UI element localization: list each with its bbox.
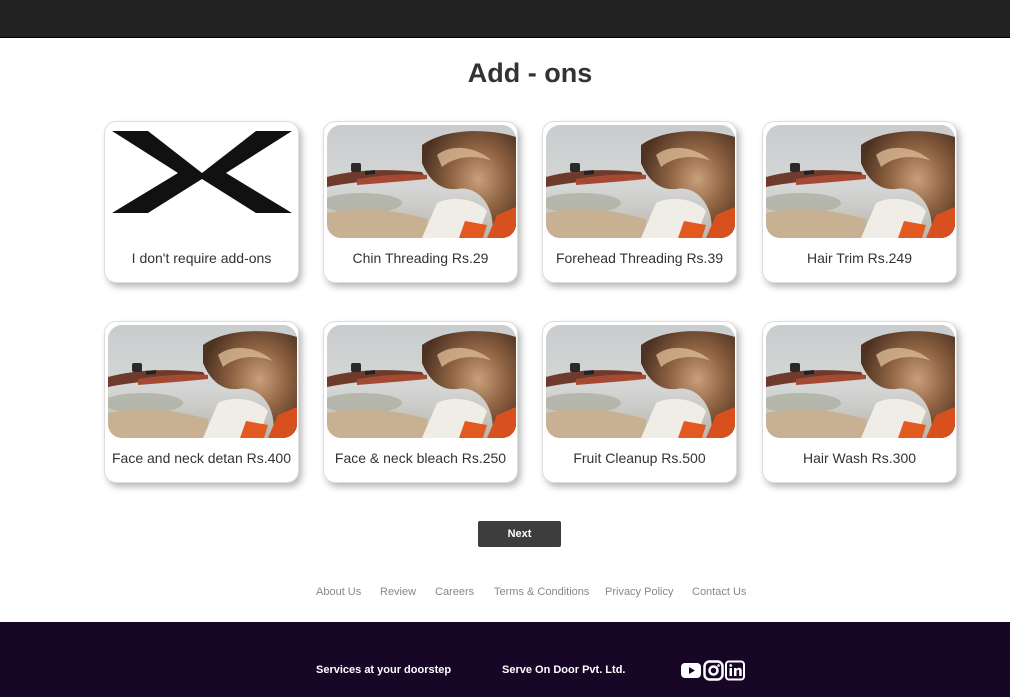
addon-label: Forehead Threading Rs.39 — [555, 250, 724, 266]
page-title: Add - ons — [467, 58, 593, 88]
addon-label: Fruit Cleanup Rs.500 — [573, 450, 706, 466]
addon-card-face-neck-bleach[interactable]: Face & neck bleach Rs.250 — [323, 321, 518, 483]
addon-label: Face & neck bleach Rs.250 — [334, 450, 507, 466]
site-footer: Services at your doorstep Serve On Door … — [0, 622, 1010, 697]
addon-label: I don't require add-ons — [131, 250, 272, 266]
top-navbar — [0, 0, 1010, 38]
addon-card-forehead-threading[interactable]: Forehead Threading Rs.39 — [542, 121, 737, 283]
footer-link-terms[interactable]: Terms & Conditions — [494, 586, 589, 598]
footer-link-privacy-policy[interactable]: Privacy Policy — [605, 586, 673, 598]
hair-styling-photo — [766, 325, 955, 438]
footer-company: Serve On Door Pvt. Ltd. — [502, 664, 626, 676]
instagram-icon[interactable] — [703, 660, 724, 681]
addon-label: Hair Wash Rs.300 — [802, 450, 917, 466]
cross-icon — [108, 125, 297, 238]
linkedin-icon[interactable] — [725, 660, 745, 681]
footer-link-about-us[interactable]: About Us — [316, 586, 361, 598]
footer-link-careers[interactable]: Careers — [435, 586, 474, 598]
addon-card-face-neck-detan[interactable]: Face and neck detan Rs.400 — [104, 321, 299, 483]
footer-links: About Us Review Careers Terms & Conditio… — [0, 586, 1010, 600]
addon-card-fruit-cleanup[interactable]: Fruit Cleanup Rs.500 — [542, 321, 737, 483]
hair-styling-photo — [766, 125, 955, 238]
addon-card-hair-trim[interactable]: Hair Trim Rs.249 — [762, 121, 957, 283]
addon-card-hair-wash[interactable]: Hair Wash Rs.300 — [762, 321, 957, 483]
footer-tagline: Services at your doorstep — [316, 664, 452, 676]
hair-styling-photo — [108, 325, 297, 438]
addon-label: Chin Threading Rs.29 — [352, 250, 489, 266]
addon-card-none[interactable]: I don't require add-ons — [104, 121, 299, 283]
hair-styling-photo — [327, 325, 516, 438]
hair-styling-photo — [546, 325, 735, 438]
hair-styling-photo — [327, 125, 516, 238]
addon-label: Hair Trim Rs.249 — [806, 250, 913, 266]
addon-card-chin-threading[interactable]: Chin Threading Rs.29 — [323, 121, 518, 283]
footer-link-review[interactable]: Review — [380, 586, 416, 598]
footer-link-contact-us[interactable]: Contact Us — [692, 586, 746, 598]
next-button[interactable]: Next — [478, 521, 561, 547]
youtube-icon[interactable] — [680, 660, 702, 681]
addon-label: Face and neck detan Rs.400 — [111, 450, 291, 466]
hair-styling-photo — [546, 125, 735, 238]
